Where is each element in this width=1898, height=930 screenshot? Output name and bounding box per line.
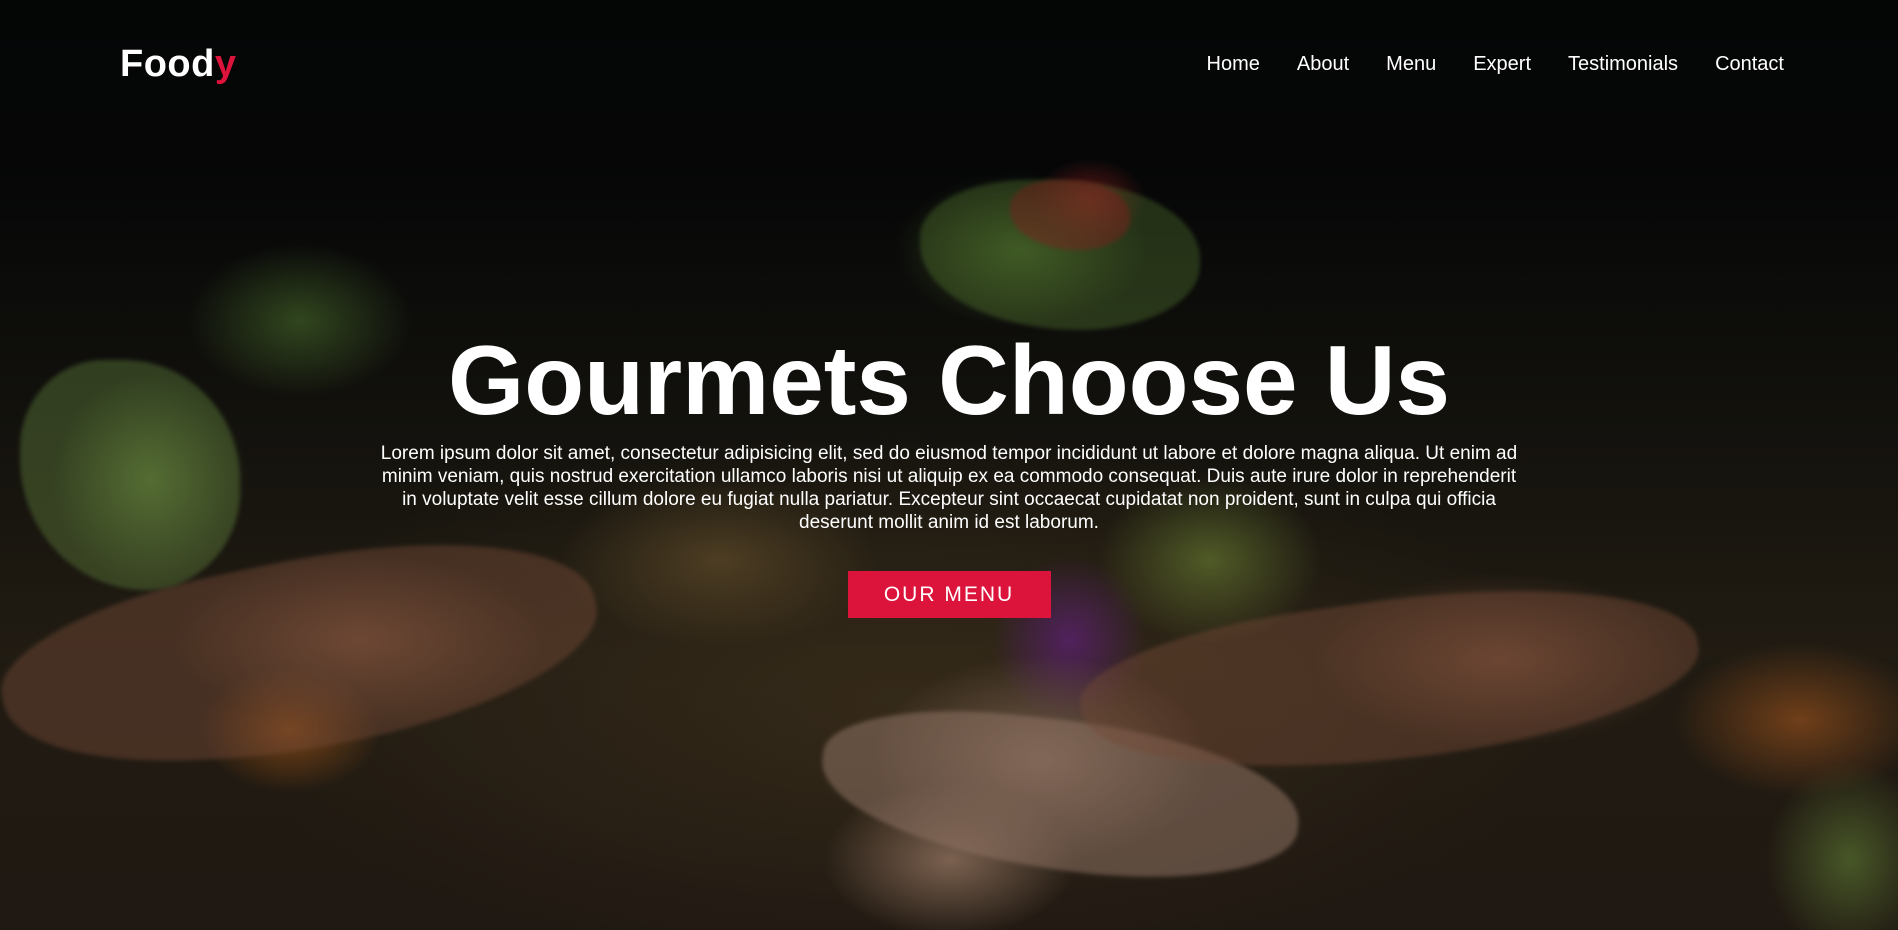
nav-item: Home: [1207, 53, 1260, 76]
nav-link-home[interactable]: Home: [1207, 53, 1260, 75]
nav-item: About: [1297, 53, 1349, 76]
nav-menu: Home About Menu Expert Testimonials Cont…: [1207, 53, 1784, 76]
logo-accent-text: y: [214, 42, 237, 85]
nav-item: Testimonials: [1568, 53, 1678, 76]
nav-link-contact[interactable]: Contact: [1715, 53, 1784, 75]
nav-link-expert[interactable]: Expert: [1473, 53, 1531, 75]
brand-logo[interactable]: Foody: [120, 43, 237, 86]
nav-item: Expert: [1473, 53, 1531, 76]
nav-link-testimonials[interactable]: Testimonials: [1568, 53, 1678, 75]
logo-text: Food: [120, 42, 215, 85]
hero-section: Foody Home About Menu Expert Testimonial…: [0, 0, 1898, 930]
hero-content: Gourmets Choose Us Lorem ipsum dolor sit…: [0, 322, 1898, 618]
hero-title: Gourmets Choose Us: [448, 325, 1450, 435]
nav-link-menu[interactable]: Menu: [1386, 53, 1436, 75]
navbar: Foody Home About Menu Expert Testimonial…: [120, 36, 1784, 92]
nav-item: Menu: [1386, 53, 1436, 76]
our-menu-button[interactable]: OUR MENU: [847, 571, 1051, 618]
nav-link-about[interactable]: About: [1297, 53, 1349, 75]
nav-item: Contact: [1715, 53, 1784, 76]
hero-description: Lorem ipsum dolor sit amet, consectetur …: [380, 443, 1518, 533]
